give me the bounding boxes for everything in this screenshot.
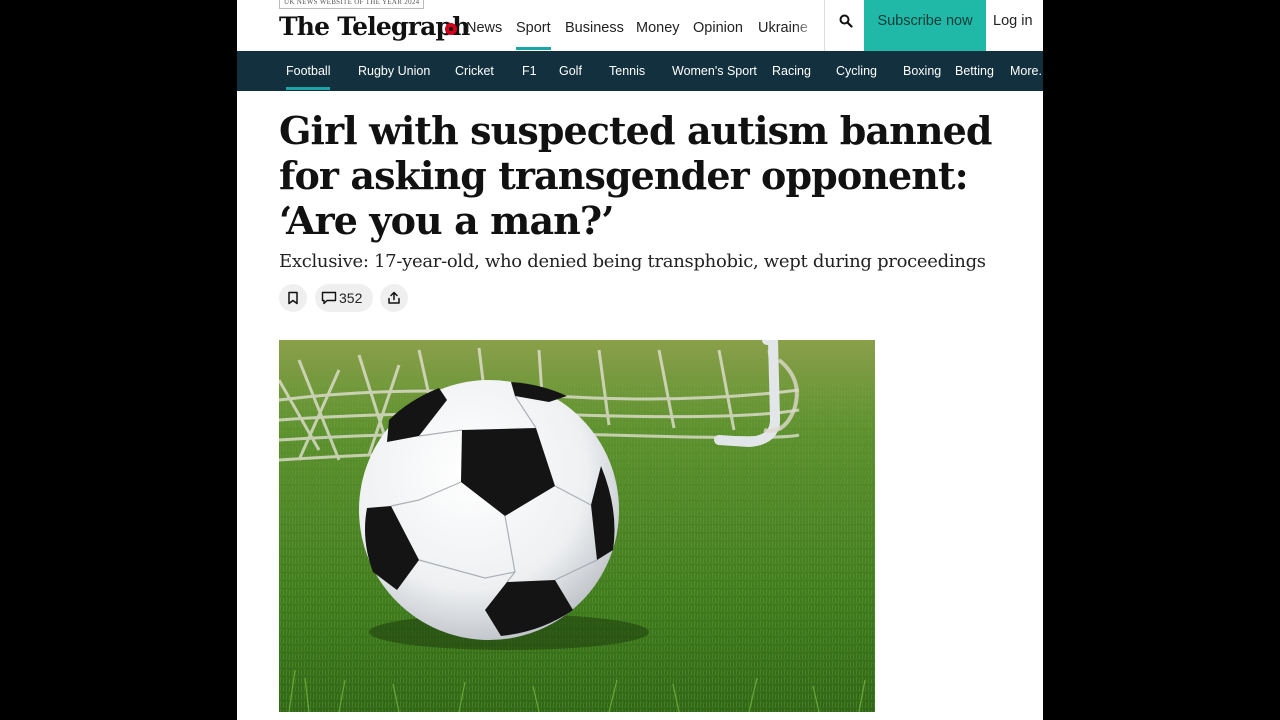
nav-item-money[interactable]: Money	[636, 0, 680, 51]
bookmark-button[interactable]	[279, 284, 307, 312]
nav-item-business[interactable]: Business	[565, 0, 624, 51]
comment-count: 352	[339, 290, 363, 306]
share-button[interactable]	[380, 284, 408, 312]
comment-icon	[321, 291, 337, 305]
telegraph-logo[interactable]: The Telegraph	[279, 12, 470, 41]
nav-item-opinion[interactable]: Opinion	[693, 0, 743, 51]
comments-button[interactable]: 352	[315, 284, 373, 312]
login-link[interactable]: Log in	[993, 0, 1033, 51]
search-icon	[839, 14, 853, 28]
sport-nav-racing[interactable]: Racing	[772, 51, 811, 91]
sport-nav-cycling[interactable]: Cycling	[836, 51, 877, 91]
main-nav: News Sport Business Money Opinion Ukrain…	[466, 0, 824, 51]
sport-nav-cricket[interactable]: Cricket	[455, 51, 494, 91]
nav-item-sport[interactable]: Sport	[516, 0, 551, 51]
sport-nav-football[interactable]: Football	[286, 51, 331, 91]
sport-nav-more[interactable]: More.	[1010, 51, 1042, 91]
sport-nav: Football Rugby Union Cricket F1 Golf Ten…	[237, 51, 1043, 91]
article-headline: Girl with suspected autism banned for as…	[279, 108, 992, 243]
nav-fade	[794, 0, 824, 51]
sport-nav-betting[interactable]: Betting	[955, 51, 994, 91]
nav-item-news[interactable]: News	[466, 0, 502, 51]
article-standfirst: Exclusive: 17-year-old, who denied being…	[279, 251, 986, 272]
bookmark-icon	[288, 291, 298, 305]
sport-nav-rugby-union[interactable]: Rugby Union	[358, 51, 430, 91]
hero-image	[279, 340, 875, 712]
sport-nav-tennis[interactable]: Tennis	[609, 51, 645, 91]
sport-nav-f1[interactable]: F1	[522, 51, 537, 91]
sport-nav-golf[interactable]: Golf	[559, 51, 582, 91]
sport-nav-boxing[interactable]: Boxing	[903, 51, 941, 91]
article-page: UK NEWS WEBSITE OF THE YEAR 2024 The Tel…	[237, 0, 1043, 720]
football-photo	[279, 340, 875, 712]
poppy-icon	[445, 23, 457, 35]
share-icon	[388, 291, 400, 304]
search-button[interactable]	[825, 0, 863, 51]
award-badge: UK NEWS WEBSITE OF THE YEAR 2024	[279, 0, 425, 9]
site-header: UK NEWS WEBSITE OF THE YEAR 2024 The Tel…	[237, 0, 1043, 51]
sport-nav-womens-sport[interactable]: Women's Sport	[672, 51, 757, 91]
subscribe-button[interactable]: Subscribe now	[864, 0, 986, 51]
